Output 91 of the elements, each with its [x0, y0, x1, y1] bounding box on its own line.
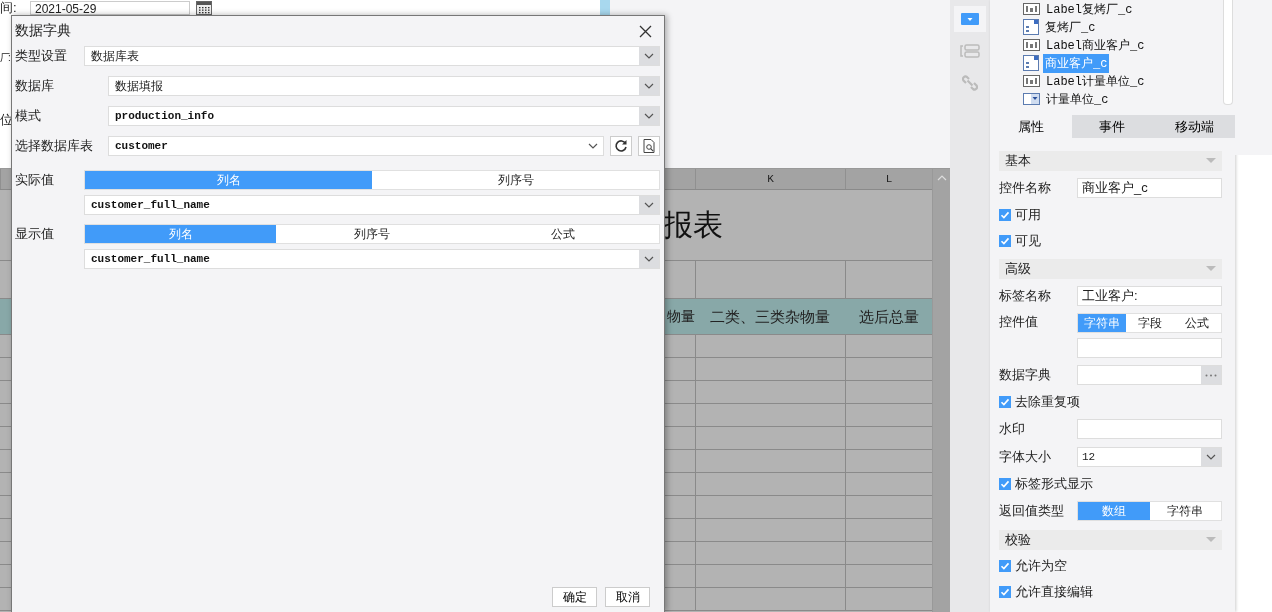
caret-down-icon	[1206, 537, 1216, 543]
property-label: 字体大小	[999, 448, 1052, 466]
ellipsis-icon	[1205, 373, 1217, 377]
combo-box-icon	[1023, 93, 1040, 105]
field-label: 位	[0, 111, 13, 127]
field-label: 类型设置	[15, 47, 68, 65]
checkbox[interactable]	[999, 396, 1011, 408]
chevron-down-icon	[644, 53, 654, 59]
text-field[interactable]	[1077, 338, 1222, 358]
panel-tab[interactable]: 属性	[990, 115, 1072, 138]
checkbox-label: 允许为空	[1015, 557, 1067, 575]
scrollbar[interactable]	[1223, 0, 1233, 105]
caret-down-icon	[1206, 266, 1216, 272]
text-field[interactable]: 商业客户_c	[1077, 178, 1222, 198]
property-label: 标签名称	[999, 287, 1052, 305]
property-label: 水印	[999, 420, 1026, 438]
table-dropdown[interactable]: customer	[108, 136, 604, 156]
refresh-button[interactable]	[610, 136, 632, 156]
checkbox-label: 可用	[1015, 206, 1041, 224]
panel-tab[interactable]: 事件	[1071, 115, 1154, 138]
text-field[interactable]	[1077, 419, 1222, 439]
property-label: 控件值	[999, 313, 1039, 331]
field-label: 实际值	[15, 171, 55, 189]
table-header-cell-text: 选后总量	[857, 307, 920, 327]
tree-item[interactable]: 复烤厂_c	[1043, 17, 1098, 37]
label-icon	[1023, 39, 1040, 51]
property-label: 返回值类型	[999, 502, 1065, 520]
column-dropdown[interactable]: customer_full_name	[84, 249, 660, 269]
text-field[interactable]: 工业客户:	[1077, 286, 1222, 306]
font-size-dropdown[interactable]: 12	[1077, 447, 1222, 467]
more-button[interactable]	[1201, 366, 1221, 384]
chevron-down-icon	[588, 143, 598, 149]
calendar-icon[interactable]	[196, 0, 212, 15]
table-header-cell-text: 二类、三类杂物量	[709, 307, 831, 327]
dropdown[interactable]: production_info	[108, 106, 660, 126]
chevron-down-icon	[644, 83, 654, 89]
checkbox-label: 可见	[1015, 232, 1041, 250]
link-icon	[962, 75, 978, 91]
scroll-up-icon[interactable]	[936, 175, 947, 181]
tree-item[interactable]: 计量单位_c	[1044, 89, 1111, 109]
section-header[interactable]: 基本	[999, 151, 1222, 171]
section-header[interactable]: 校验	[999, 530, 1222, 550]
field-label: 厂:	[0, 51, 9, 65]
checkbox[interactable]	[999, 478, 1011, 490]
label-icon	[1023, 3, 1040, 15]
checkbox[interactable]	[999, 560, 1011, 572]
property-label: 数据字典	[999, 366, 1052, 384]
panel-tab[interactable]: 移动端	[1153, 115, 1235, 138]
chevron-down-icon	[644, 113, 654, 119]
field-label: 间:	[0, 0, 18, 17]
report-title: 报表	[663, 206, 723, 243]
dropdown-widget-icon	[961, 13, 979, 25]
checkbox[interactable]	[999, 235, 1011, 247]
document-search-icon	[642, 139, 656, 153]
date-field[interactable]: 2021-05-29	[30, 0, 190, 15]
column-dropdown[interactable]: customer_full_name	[84, 195, 660, 215]
label-icon	[1023, 75, 1040, 87]
chevron-down-icon	[1206, 454, 1216, 460]
preview-button[interactable]	[638, 136, 660, 156]
checkbox-label: 允许直接编辑	[1015, 583, 1093, 601]
checkbox-label: 标签形式显示	[1015, 475, 1093, 493]
list-box-icon	[1023, 19, 1039, 35]
checkbox-label: 去除重复项	[1015, 393, 1080, 411]
tree-item[interactable]: Label计量单位_c	[1044, 71, 1147, 91]
scrollbar-thumb[interactable]	[600, 0, 610, 15]
checkbox[interactable]	[999, 209, 1011, 221]
field-label: 选择数据库表	[15, 137, 94, 155]
chevron-down-icon	[644, 202, 654, 208]
field-label: 模式	[15, 107, 42, 125]
section-header[interactable]: 高级	[999, 259, 1222, 279]
field-label: 数据库	[15, 77, 55, 95]
layout-icon	[960, 44, 980, 58]
dialog-button[interactable]: 取消	[605, 587, 650, 607]
tree-item[interactable]: Label复烤厂_c	[1044, 0, 1135, 19]
column-header[interactable]: K	[695, 169, 845, 189]
dictionary-field[interactable]	[1077, 365, 1222, 385]
refresh-icon	[614, 139, 628, 153]
chevron-down-icon	[644, 256, 654, 262]
checkbox[interactable]	[999, 586, 1011, 598]
dialog-button[interactable]: 确定	[552, 587, 597, 607]
dialog-title: 数据字典	[15, 22, 71, 40]
caret-down-icon	[1206, 158, 1216, 164]
tree-item[interactable]: Label商业客户_c	[1044, 35, 1147, 55]
property-label: 控件名称	[999, 179, 1052, 197]
list-box-icon	[1023, 55, 1039, 71]
dropdown[interactable]: 数据填报	[108, 76, 660, 96]
toolbar-button[interactable]	[954, 6, 986, 32]
dropdown[interactable]: 数据库表	[84, 46, 660, 66]
table-header-cell-text: 物量	[666, 307, 695, 326]
close-icon	[639, 24, 652, 38]
field-label: 显示值	[15, 225, 55, 243]
